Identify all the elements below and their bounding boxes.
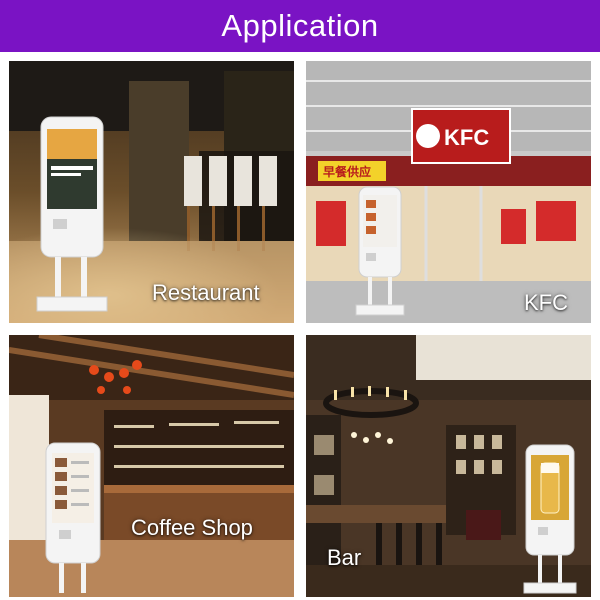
- kfc-photo: KFC 早餐供应: [306, 61, 591, 323]
- kfc-sign-text: KFC: [444, 125, 489, 150]
- tile-label-kfc: KFC: [524, 290, 568, 315]
- tile-restaurant: Restaurant: [9, 61, 294, 323]
- application-banner: Application: [0, 0, 600, 52]
- banner-title: Application: [221, 8, 379, 43]
- tile-bar: Bar: [306, 335, 591, 597]
- tile-coffee-shop: Coffee Shop: [9, 335, 294, 597]
- tile-label-coffee-shop: Coffee Shop: [131, 515, 253, 540]
- tile-label-restaurant: Restaurant: [152, 280, 260, 305]
- tile-label-bar: Bar: [327, 545, 362, 570]
- tile-kfc: KFC 早餐供应 KFC: [306, 61, 591, 323]
- coffee-shop-photo: [9, 335, 294, 597]
- kfc-sub-sign: 早餐供应: [323, 164, 371, 179]
